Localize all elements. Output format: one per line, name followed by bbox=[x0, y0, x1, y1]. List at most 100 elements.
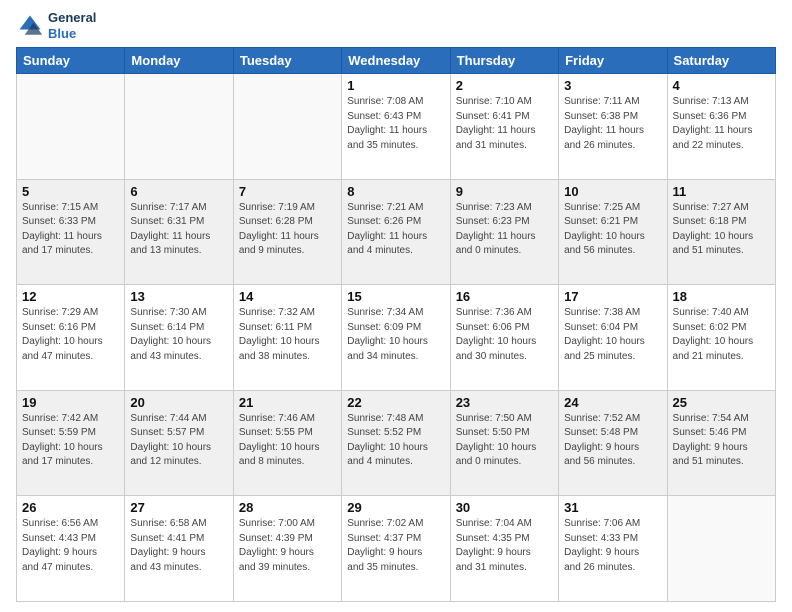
col-saturday: Saturday bbox=[667, 48, 775, 74]
day-info: Sunrise: 7:06 AM Sunset: 4:33 PM Dayligh… bbox=[564, 517, 661, 575]
day-info: Sunrise: 6:58 AM Sunset: 4:41 PM Dayligh… bbox=[130, 517, 227, 575]
calendar-cell: 25 Sunrise: 7:54 AM Sunset: 5:46 PM Dayli… bbox=[667, 390, 775, 496]
day-info: Sunrise: 7:38 AM Sunset: 6:04 PM Dayligh… bbox=[564, 306, 661, 364]
day-info: Sunrise: 7:48 AM Sunset: 5:52 PM Dayligh… bbox=[347, 412, 444, 470]
day-number: 5 bbox=[22, 184, 119, 199]
calendar-cell: 13 Sunrise: 7:30 AM Sunset: 6:14 PM Dayli… bbox=[125, 285, 233, 391]
page: General Blue Sunday Monday Tuesday Wedne… bbox=[0, 0, 792, 612]
calendar-cell: 12 Sunrise: 7:29 AM Sunset: 6:16 PM Dayli… bbox=[17, 285, 125, 391]
day-number: 31 bbox=[564, 500, 661, 515]
day-number: 28 bbox=[239, 500, 336, 515]
col-thursday: Thursday bbox=[450, 48, 558, 74]
calendar-header-row: Sunday Monday Tuesday Wednesday Thursday… bbox=[17, 48, 776, 74]
day-number: 25 bbox=[673, 395, 770, 410]
calendar-cell: 26 Sunrise: 6:56 AM Sunset: 4:43 PM Dayli… bbox=[17, 496, 125, 602]
calendar-cell bbox=[667, 496, 775, 602]
calendar-cell: 17 Sunrise: 7:38 AM Sunset: 6:04 PM Dayli… bbox=[559, 285, 667, 391]
day-number: 18 bbox=[673, 289, 770, 304]
day-number: 11 bbox=[673, 184, 770, 199]
day-info: Sunrise: 7:21 AM Sunset: 6:26 PM Dayligh… bbox=[347, 201, 444, 259]
day-number: 8 bbox=[347, 184, 444, 199]
day-info: Sunrise: 7:02 AM Sunset: 4:37 PM Dayligh… bbox=[347, 517, 444, 575]
day-number: 16 bbox=[456, 289, 553, 304]
logo: General Blue bbox=[16, 10, 96, 41]
day-info: Sunrise: 7:19 AM Sunset: 6:28 PM Dayligh… bbox=[239, 201, 336, 259]
col-sunday: Sunday bbox=[17, 48, 125, 74]
calendar-cell: 11 Sunrise: 7:27 AM Sunset: 6:18 PM Dayli… bbox=[667, 179, 775, 285]
day-number: 14 bbox=[239, 289, 336, 304]
day-number: 19 bbox=[22, 395, 119, 410]
day-number: 20 bbox=[130, 395, 227, 410]
day-info: Sunrise: 7:54 AM Sunset: 5:46 PM Dayligh… bbox=[673, 412, 770, 470]
day-info: Sunrise: 7:42 AM Sunset: 5:59 PM Dayligh… bbox=[22, 412, 119, 470]
col-wednesday: Wednesday bbox=[342, 48, 450, 74]
calendar-cell: 28 Sunrise: 7:00 AM Sunset: 4:39 PM Dayli… bbox=[233, 496, 341, 602]
calendar-cell: 20Sunrise: 7:44 AM Sunset: 5:57 PM Dayli… bbox=[125, 390, 233, 496]
day-number: 24 bbox=[564, 395, 661, 410]
day-number: 23 bbox=[456, 395, 553, 410]
day-info: Sunrise: 7:27 AM Sunset: 6:18 PM Dayligh… bbox=[673, 201, 770, 259]
day-number: 4 bbox=[673, 78, 770, 93]
calendar-cell bbox=[125, 74, 233, 180]
calendar-week-row: 12 Sunrise: 7:29 AM Sunset: 6:16 PM Dayli… bbox=[17, 285, 776, 391]
day-info: Sunrise: 7:50 AM Sunset: 5:50 PM Dayligh… bbox=[456, 412, 553, 470]
day-info: Sunrise: 7:04 AM Sunset: 4:35 PM Dayligh… bbox=[456, 517, 553, 575]
calendar-cell: 10Sunrise: 7:25 AM Sunset: 6:21 PM Dayli… bbox=[559, 179, 667, 285]
calendar-cell: 29 Sunrise: 7:02 AM Sunset: 4:37 PM Dayli… bbox=[342, 496, 450, 602]
day-number: 17 bbox=[564, 289, 661, 304]
day-info: Sunrise: 7:15 AM Sunset: 6:33 PM Dayligh… bbox=[22, 201, 119, 259]
calendar-week-row: 26 Sunrise: 6:56 AM Sunset: 4:43 PM Dayli… bbox=[17, 496, 776, 602]
day-info: Sunrise: 7:36 AM Sunset: 6:06 PM Dayligh… bbox=[456, 306, 553, 364]
day-info: Sunrise: 6:56 AM Sunset: 4:43 PM Dayligh… bbox=[22, 517, 119, 575]
calendar-cell: 7 Sunrise: 7:19 AM Sunset: 6:28 PM Daylig… bbox=[233, 179, 341, 285]
day-number: 6 bbox=[130, 184, 227, 199]
day-info: Sunrise: 7:08 AM Sunset: 6:43 PM Dayligh… bbox=[347, 95, 444, 153]
calendar-week-row: 1 Sunrise: 7:08 AM Sunset: 6:43 PM Daylig… bbox=[17, 74, 776, 180]
calendar-cell: 5 Sunrise: 7:15 AM Sunset: 6:33 PM Daylig… bbox=[17, 179, 125, 285]
day-number: 26 bbox=[22, 500, 119, 515]
calendar-cell: 18 Sunrise: 7:40 AM Sunset: 6:02 PM Dayli… bbox=[667, 285, 775, 391]
day-number: 9 bbox=[456, 184, 553, 199]
calendar-cell: 19 Sunrise: 7:42 AM Sunset: 5:59 PM Dayli… bbox=[17, 390, 125, 496]
calendar-cell: 31 Sunrise: 7:06 AM Sunset: 4:33 PM Dayli… bbox=[559, 496, 667, 602]
calendar-cell: 24Sunrise: 7:52 AM Sunset: 5:48 PM Dayli… bbox=[559, 390, 667, 496]
calendar-cell: 23 Sunrise: 7:50 AM Sunset: 5:50 PM Dayli… bbox=[450, 390, 558, 496]
calendar-cell bbox=[17, 74, 125, 180]
header: General Blue bbox=[16, 10, 776, 41]
calendar-cell: 2 Sunrise: 7:10 AM Sunset: 6:41 PM Daylig… bbox=[450, 74, 558, 180]
calendar-cell: 9 Sunrise: 7:23 AM Sunset: 6:23 PM Daylig… bbox=[450, 179, 558, 285]
calendar-week-row: 5 Sunrise: 7:15 AM Sunset: 6:33 PM Daylig… bbox=[17, 179, 776, 285]
calendar-cell: 30 Sunrise: 7:04 AM Sunset: 4:35 PM Dayli… bbox=[450, 496, 558, 602]
day-info: Sunrise: 7:30 AM Sunset: 6:14 PM Dayligh… bbox=[130, 306, 227, 364]
day-info: Sunrise: 7:32 AM Sunset: 6:11 PM Dayligh… bbox=[239, 306, 336, 364]
col-friday: Friday bbox=[559, 48, 667, 74]
calendar-cell: 16 Sunrise: 7:36 AM Sunset: 6:06 PM Dayli… bbox=[450, 285, 558, 391]
day-number: 2 bbox=[456, 78, 553, 93]
calendar-table: Sunday Monday Tuesday Wednesday Thursday… bbox=[16, 47, 776, 602]
calendar-week-row: 19 Sunrise: 7:42 AM Sunset: 5:59 PM Dayli… bbox=[17, 390, 776, 496]
day-number: 1 bbox=[347, 78, 444, 93]
day-info: Sunrise: 7:00 AM Sunset: 4:39 PM Dayligh… bbox=[239, 517, 336, 575]
calendar-cell: 14 Sunrise: 7:32 AM Sunset: 6:11 PM Dayli… bbox=[233, 285, 341, 391]
calendar-cell: 6Sunrise: 7:17 AM Sunset: 6:31 PM Daylig… bbox=[125, 179, 233, 285]
day-number: 29 bbox=[347, 500, 444, 515]
calendar-cell: 8 Sunrise: 7:21 AM Sunset: 6:26 PM Daylig… bbox=[342, 179, 450, 285]
day-number: 12 bbox=[22, 289, 119, 304]
day-info: Sunrise: 7:10 AM Sunset: 6:41 PM Dayligh… bbox=[456, 95, 553, 153]
day-number: 30 bbox=[456, 500, 553, 515]
calendar-cell: 1 Sunrise: 7:08 AM Sunset: 6:43 PM Daylig… bbox=[342, 74, 450, 180]
day-info: Sunrise: 7:29 AM Sunset: 6:16 PM Dayligh… bbox=[22, 306, 119, 364]
day-info: Sunrise: 7:23 AM Sunset: 6:23 PM Dayligh… bbox=[456, 201, 553, 259]
calendar-cell: 27Sunrise: 6:58 AM Sunset: 4:41 PM Dayli… bbox=[125, 496, 233, 602]
day-number: 15 bbox=[347, 289, 444, 304]
day-number: 13 bbox=[130, 289, 227, 304]
col-tuesday: Tuesday bbox=[233, 48, 341, 74]
calendar-cell: 22 Sunrise: 7:48 AM Sunset: 5:52 PM Dayli… bbox=[342, 390, 450, 496]
logo-text: General Blue bbox=[48, 10, 96, 41]
day-number: 21 bbox=[239, 395, 336, 410]
day-number: 22 bbox=[347, 395, 444, 410]
day-info: Sunrise: 7:40 AM Sunset: 6:02 PM Dayligh… bbox=[673, 306, 770, 364]
calendar-cell: 21Sunrise: 7:46 AM Sunset: 5:55 PM Dayli… bbox=[233, 390, 341, 496]
day-info: Sunrise: 7:34 AM Sunset: 6:09 PM Dayligh… bbox=[347, 306, 444, 364]
day-number: 7 bbox=[239, 184, 336, 199]
